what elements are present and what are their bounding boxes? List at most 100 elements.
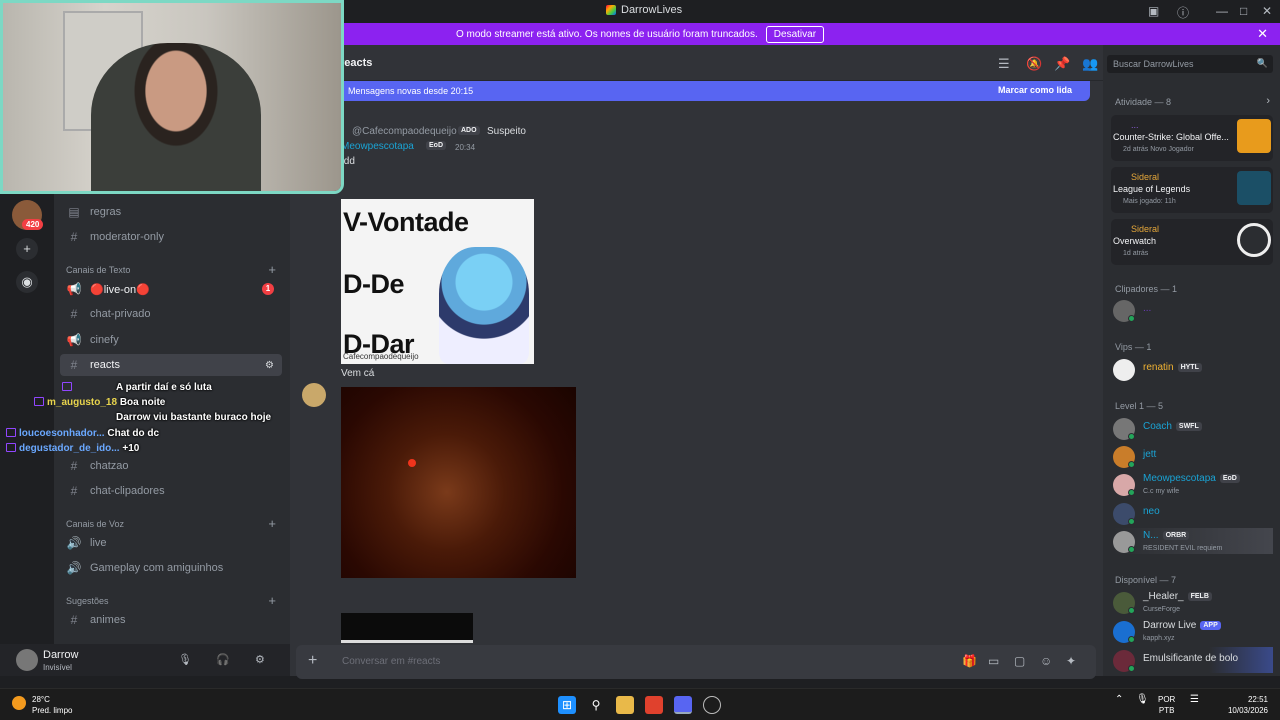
online-status-dot <box>1128 665 1135 672</box>
meme-image[interactable]: V-Vontade D-De D-Dar Cafecompaodequeijo <box>341 199 534 364</box>
message-text: Vem cá <box>341 368 375 379</box>
member-list-icon[interactable]: 👥 <box>1082 56 1098 72</box>
file-explorer-icon[interactable] <box>616 696 634 714</box>
chevron-up-icon[interactable]: ⌃ <box>1115 694 1123 705</box>
member-item[interactable]: Coach SWFL <box>1113 415 1273 441</box>
message-input[interactable]: Conversar em #reacts <box>342 656 440 667</box>
channel-animes[interactable]: # animes <box>60 609 282 631</box>
windows-start-icon[interactable]: ⊞ <box>558 696 576 714</box>
activity-game: Counter-Strike: Global Offe... <box>1113 132 1229 142</box>
clock[interactable]: 22:51 10/03/2026 <box>1228 694 1268 716</box>
chat-user: degustador_de_ido... <box>19 443 120 454</box>
channel-reacts[interactable]: # reacts ⚙ <box>60 354 282 376</box>
inbox-icon[interactable]: ▣ <box>1148 4 1159 18</box>
channel-moderator-only[interactable]: # moderator-only <box>60 226 282 248</box>
member-item[interactable]: Meowpescotapa EoD C.c my wife <box>1113 471 1273 497</box>
member-tag: FELB <box>1187 592 1212 601</box>
help-icon[interactable]: ⓘ <box>1177 4 1189 21</box>
category-text-channels[interactable]: Canais de Texto <box>66 265 130 275</box>
discord-taskbar-icon[interactable] <box>674 696 692 714</box>
banner-close-icon[interactable]: ✕ <box>1257 26 1268 42</box>
microphone-icon[interactable]: 🎙 <box>1136 694 1149 705</box>
add-server-icon[interactable]: + <box>16 238 38 260</box>
headphones-icon[interactable]: 🎧 <box>216 653 230 666</box>
explore-icon[interactable]: ◉ <box>16 271 38 293</box>
close-button[interactable]: ✕ <box>1262 4 1272 18</box>
chat-overlay-line: A partir daí e só luta <box>62 382 212 393</box>
add-channel-icon[interactable]: + <box>268 262 276 277</box>
notification-bell-icon[interactable]: 🔕 <box>1026 56 1042 72</box>
channel-live[interactable]: 🔊 live <box>60 532 282 554</box>
hash-icon: # <box>70 613 78 627</box>
search-icon[interactable]: ⚲ <box>587 696 605 714</box>
member-item[interactable]: Darrow Live APP kapph.xyz <box>1113 618 1273 644</box>
meme-line: V-Vontade <box>343 207 469 237</box>
channel-regras[interactable]: ▤ regras <box>60 201 282 223</box>
member-item[interactable]: renatin HYTL <box>1113 356 1273 382</box>
channel-settings-icon[interactable]: ⚙ <box>265 360 274 371</box>
window-title: DarrowLives <box>606 4 682 16</box>
pin-icon[interactable]: 📌 <box>1054 56 1070 72</box>
gif-icon[interactable]: ▭ <box>988 654 999 668</box>
weather-temp: 28°C <box>32 695 50 704</box>
search-input[interactable]: Buscar DarrowLives 🔍 <box>1107 55 1273 73</box>
wifi-icon[interactable]: ☰ <box>1190 694 1199 705</box>
disable-streamer-button[interactable]: Desativar <box>765 25 825 43</box>
online-status-dot <box>1128 433 1135 440</box>
member-name: _Healer_ <box>1143 591 1184 602</box>
channel-gameplay[interactable]: 🔊 Gameplay com amiguinhos <box>60 557 282 579</box>
discord-app-icon <box>606 5 616 15</box>
dark-face-image[interactable] <box>341 387 576 578</box>
weather-widget[interactable]: 28°C Pred. limpo <box>32 694 72 716</box>
emoji-icon[interactable]: ☺ <box>1040 654 1052 668</box>
channel-live-on[interactable]: 📢 🔴live-on🔴 1 <box>60 278 282 300</box>
settings-gear-icon[interactable]: ⚙ <box>255 653 265 666</box>
channel-cinefy[interactable]: 📢 cinefy <box>60 329 282 351</box>
meme-caption: Cafecompaodequeijo <box>343 352 419 361</box>
gift-icon[interactable]: 🎁 <box>962 654 977 668</box>
hash-icon: # <box>70 484 78 498</box>
activity-card[interactable]: Sideral Overwatch 1d atrás <box>1111 219 1273 265</box>
reply-author[interactable]: @Cafecompaodequeijo <box>352 126 457 137</box>
activity-card[interactable]: ... Counter-Strike: Global Offe... 2d at… <box>1111 115 1273 161</box>
twitch-icon <box>62 382 72 391</box>
new-messages-text: Mensagens novas desde 20:15 <box>348 86 474 96</box>
member-item[interactable]: _Healer_ FELB CurseForge <box>1113 589 1273 615</box>
language-indicator[interactable]: POR PTB <box>1158 694 1175 716</box>
member-item[interactable]: ... <box>1113 297 1273 323</box>
member-item[interactable]: neo <box>1113 500 1273 526</box>
voice-icon: 🔊 <box>66 536 82 550</box>
member-item[interactable]: Emulsificante de bolo <box>1113 647 1273 673</box>
minimize-button[interactable]: — <box>1216 4 1228 18</box>
app-icon[interactable] <box>703 696 721 714</box>
channel-chat-clipadores[interactable]: # chat-clipadores <box>60 480 282 502</box>
message-time: 20:34 <box>455 143 476 152</box>
category-suggestions[interactable]: Sugestões <box>66 596 109 606</box>
avatar[interactable] <box>302 383 326 407</box>
add-voice-channel-icon[interactable]: + <box>268 516 276 531</box>
sticker-icon[interactable]: ▢ <box>1014 654 1025 668</box>
maximize-button[interactable]: □ <box>1240 4 1247 18</box>
chevron-right-icon[interactable]: › <box>1266 95 1270 107</box>
mark-as-read-button[interactable]: Marcar como lida <box>998 85 1072 95</box>
avatar[interactable] <box>16 649 38 671</box>
channel-header-title: reacts <box>340 57 373 69</box>
video-attachment[interactable] <box>341 613 473 643</box>
activity-card[interactable]: Sideral League of Legends Mais jogado: 1… <box>1111 167 1273 213</box>
microphone-icon[interactable]: 🎙 <box>178 653 192 666</box>
apps-icon[interactable]: ✦ <box>1066 654 1076 668</box>
new-messages-bar[interactable]: Mensagens novas desde 20:15 Marcar como … <box>338 81 1090 101</box>
channel-chat-privado[interactable]: # chat-privado <box>60 303 282 325</box>
add-suggestion-channel-icon[interactable]: + <box>268 593 276 608</box>
member-item[interactable]: N... ORBR RESIDENT EVIL requiem <box>1113 528 1273 554</box>
message-author[interactable]: Meowpescotapa <box>341 141 414 152</box>
weather-icon[interactable] <box>12 696 26 710</box>
attach-plus-icon[interactable]: + <box>308 652 317 670</box>
announcement-icon: 📢 <box>66 333 82 347</box>
brave-browser-icon[interactable] <box>645 696 663 714</box>
threads-icon[interactable]: ☰ <box>998 56 1010 72</box>
member-item[interactable]: jett <box>1113 443 1273 469</box>
chat-overlay-line: degustador_de_ido... +10 <box>6 443 139 454</box>
channel-chatzao[interactable]: # chatzao <box>60 455 282 477</box>
category-voice-channels[interactable]: Canais de Voz <box>66 519 124 529</box>
